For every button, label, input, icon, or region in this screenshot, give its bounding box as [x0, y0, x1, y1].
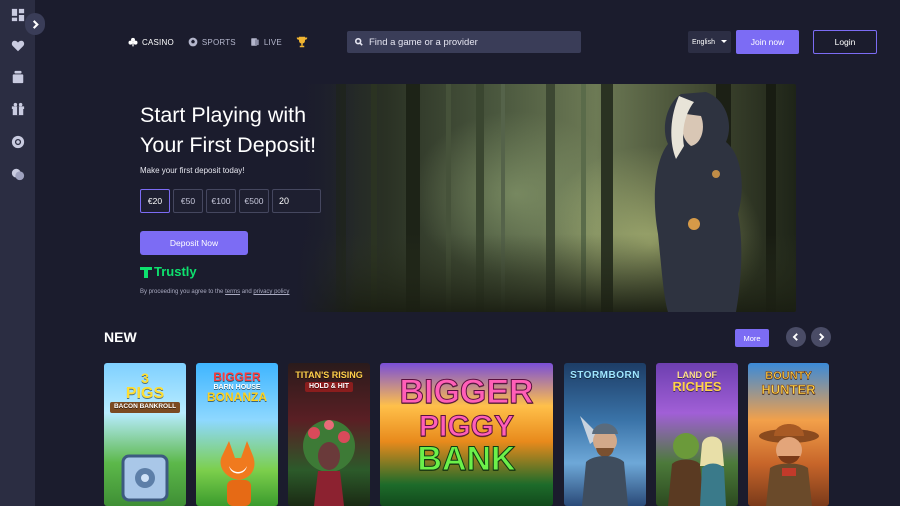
- hero-subtitle: Make your first deposit today!: [140, 166, 245, 175]
- legal-notice: By proceeding you agree to the terms and…: [140, 289, 289, 295]
- game-tile-3-pigs[interactable]: 3 PIGS BACON BANKROLL: [104, 363, 186, 506]
- game-tile-stormborn[interactable]: STORMBORN: [564, 363, 646, 506]
- game-title-line2: RICHES: [672, 379, 722, 395]
- nav-casino-label: CASINO: [142, 37, 174, 47]
- game-title-line3: BANK: [417, 440, 516, 479]
- game-tile-bigger-piggy-bank[interactable]: BIGGER PIGGY BANK: [380, 363, 553, 506]
- caret-down-icon: [721, 40, 727, 43]
- coins-icon[interactable]: [9, 165, 26, 182]
- clubs-icon: [128, 37, 138, 47]
- game-title-line2: PIGGY: [418, 409, 515, 443]
- game-tile-bigger-barn-house-bonanza[interactable]: BIGGER BARN HOUSE BONANZA: [196, 363, 278, 506]
- trustly-label: Trustly: [154, 264, 197, 279]
- hero-title: Start Playing with Your First Deposit!: [140, 103, 317, 157]
- chevron-right-icon: [819, 333, 825, 341]
- deposit-amount-input[interactable]: [272, 189, 321, 213]
- game-title-line2: PIGS: [125, 384, 165, 402]
- privacy-policy-link[interactable]: privacy policy: [253, 289, 289, 295]
- amount-option-100[interactable]: €100: [206, 189, 236, 213]
- nav-live[interactable]: LIVE: [250, 37, 282, 47]
- present-icon[interactable]: [9, 100, 26, 117]
- gift-box-icon[interactable]: [9, 68, 26, 85]
- search-input[interactable]: [369, 36, 569, 48]
- safe-icon: [121, 454, 169, 502]
- nav-sports-label: SPORTS: [201, 37, 236, 47]
- nav-live-label: LIVE: [263, 37, 282, 47]
- game-title-line2: HOLD & HIT: [304, 382, 354, 392]
- sidebar: [0, 0, 35, 506]
- cowboy-icon: [758, 424, 819, 506]
- game-title-line1: TITAN'S RISING: [295, 370, 363, 380]
- trophy-icon: [296, 36, 308, 48]
- language-selected: English: [692, 38, 715, 46]
- trustly-mark-icon: [140, 266, 152, 278]
- deposit-now-button[interactable]: Deposit Now: [140, 231, 248, 255]
- fox-icon: [220, 441, 255, 506]
- trustly-logo: Trustly: [140, 264, 197, 279]
- sidebar-toggle-button[interactable]: [25, 13, 45, 35]
- soccer-ball-icon: [188, 37, 198, 47]
- game-title-line1: BIGGER: [399, 373, 534, 411]
- chip-icon[interactable]: [9, 133, 26, 150]
- more-button[interactable]: More: [735, 329, 769, 347]
- legal-prefix: By proceeding you agree to the: [140, 289, 226, 295]
- game-title-line1: BOUNTY: [765, 370, 812, 382]
- login-button[interactable]: Login: [813, 30, 877, 54]
- nav-casino[interactable]: CASINO: [128, 37, 174, 47]
- game-title-line1: STORMBORN: [570, 370, 640, 381]
- game-title-line2: HUNTER: [761, 381, 816, 397]
- section-title-new: NEW: [104, 329, 137, 345]
- hero-banner-image: [296, 84, 796, 312]
- deposit-amount-options: €20 €50 €100 €500: [140, 189, 321, 213]
- game-title-line3: BONANZA: [207, 389, 267, 404]
- nav-tournaments[interactable]: [296, 36, 312, 48]
- search-icon: [355, 38, 363, 46]
- top-nav: CASINO SPORTS LIVE: [128, 31, 326, 53]
- language-select[interactable]: English: [688, 31, 731, 53]
- carousel-prev-button[interactable]: [786, 327, 806, 347]
- viking-warrior-icon: [580, 416, 628, 506]
- legal-and: and: [240, 289, 254, 295]
- orc-and-elf-icon: [668, 433, 726, 506]
- join-now-button[interactable]: Join now: [736, 30, 799, 54]
- game-title-line1: 3: [141, 370, 149, 386]
- carousel-next-button[interactable]: [811, 327, 831, 347]
- game-tile-bounty-hunter[interactable]: BOUNTY HUNTER: [748, 363, 829, 506]
- amount-option-50[interactable]: €50: [173, 189, 203, 213]
- amount-option-20[interactable]: €20: [140, 189, 170, 213]
- terms-link[interactable]: terms: [225, 289, 240, 295]
- heart-icon[interactable]: [9, 37, 26, 54]
- amount-option-500[interactable]: €500: [239, 189, 269, 213]
- live-cards-icon: [251, 38, 259, 46]
- titan-figure-icon: [303, 420, 355, 506]
- game-tile-titans-rising[interactable]: TITAN'S RISING HOLD & HIT: [288, 363, 370, 506]
- nav-sports[interactable]: SPORTS: [188, 37, 236, 47]
- dashboard-icon[interactable]: [9, 6, 26, 23]
- chevron-right-icon: [32, 19, 39, 29]
- chevron-left-icon: [792, 333, 798, 341]
- search-bar[interactable]: [347, 31, 581, 53]
- game-title-line1: BIGGER: [213, 370, 261, 384]
- game-title-line3: BACON BANKROLL: [109, 402, 181, 414]
- game-tile-land-of-riches[interactable]: LAND OF RICHES: [656, 363, 738, 506]
